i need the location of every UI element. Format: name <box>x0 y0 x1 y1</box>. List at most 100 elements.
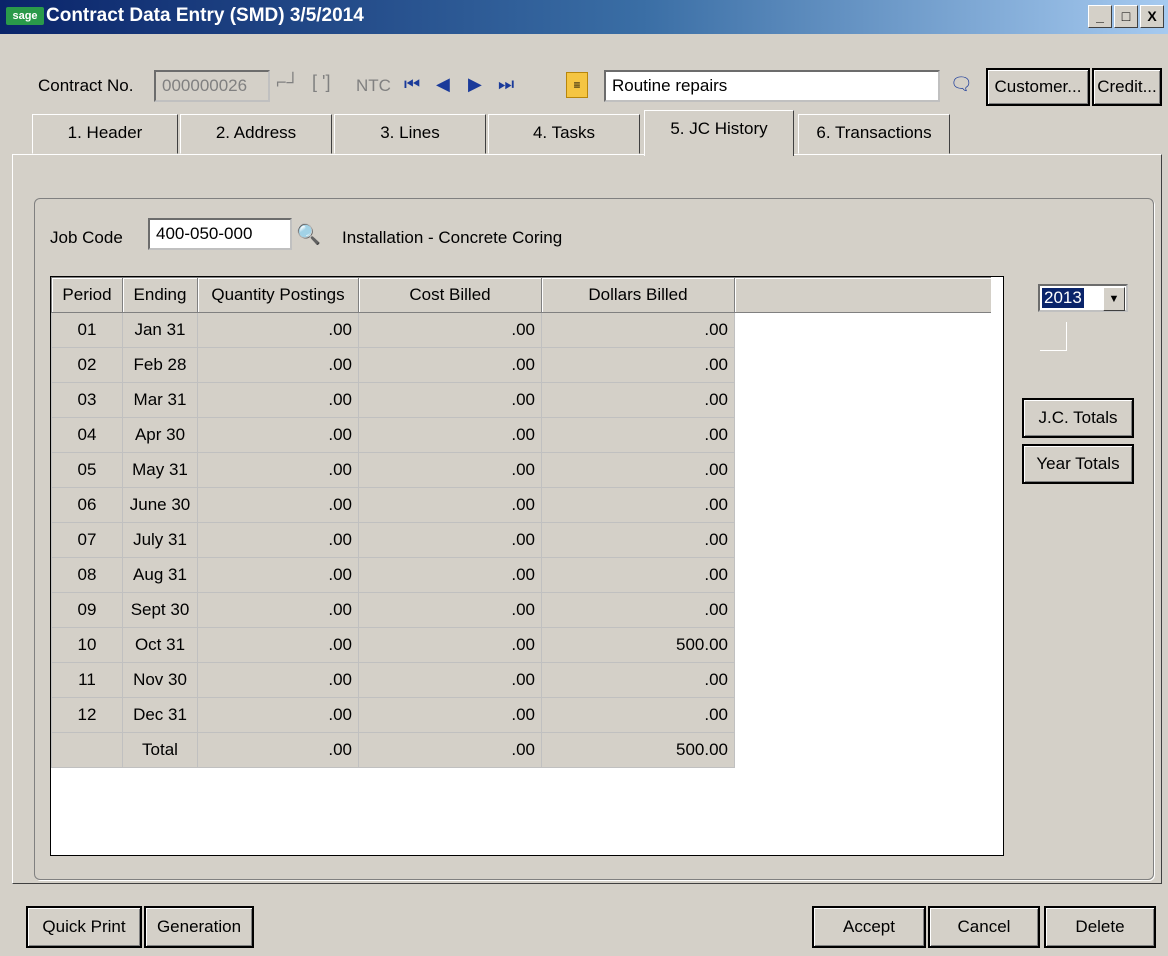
table-row[interactable]: 01 Jan 31.00.00.00 <box>51 312 991 348</box>
totals-row[interactable]: Total .00.00 500.00 <box>51 732 991 768</box>
dollars-cell: .00 <box>541 452 735 488</box>
job-code-description: Installation - Concrete Coring <box>342 228 563 247</box>
cost-cell: .00 <box>358 382 542 418</box>
tab-address[interactable]: 2. Address <box>180 114 332 154</box>
credit-button[interactable]: Credit... <box>1092 68 1162 106</box>
comment-icon[interactable]: 🗨 <box>950 74 973 95</box>
accept-button[interactable]: Accept <box>812 906 926 948</box>
year-select[interactable]: 2013 ▼ <box>1038 284 1128 312</box>
period-cell: 01 <box>51 312 123 348</box>
dollars-cell: 500.00 <box>541 627 735 663</box>
table-row[interactable]: 02 Feb 28.00.00.00 <box>51 347 991 383</box>
empty-cell <box>734 557 991 593</box>
period-cell: 08 <box>51 557 123 593</box>
quantity-cell: .00 <box>197 487 359 523</box>
empty-cell <box>734 382 991 418</box>
cancel-button[interactable]: Cancel <box>928 906 1040 948</box>
dollars-cell: .00 <box>541 592 735 628</box>
customer-button[interactable]: Customer... <box>986 68 1090 106</box>
cost-cell: .00 <box>358 417 542 453</box>
year-totals-button[interactable]: Year Totals <box>1022 444 1134 484</box>
empty-cell <box>734 522 991 558</box>
jc-totals-button[interactable]: J.C. Totals <box>1022 398 1134 438</box>
quantity-cell: .00 <box>197 417 359 453</box>
job-code-label: Job Code <box>50 228 123 247</box>
sage-logo-icon: sage <box>6 7 44 25</box>
memo-icon[interactable]: ≡ <box>566 72 588 98</box>
maximize-button[interactable]: □ <box>1114 5 1138 28</box>
ending-cell: June 30 <box>122 487 198 523</box>
column-header-quantity[interactable]: Quantity Postings <box>197 277 359 313</box>
cost-cell: .00 <box>358 522 542 558</box>
period-cell: 12 <box>51 697 123 733</box>
delete-button[interactable]: Delete <box>1044 906 1156 948</box>
table-row[interactable]: 04 Apr 30.00.00.00 <box>51 417 991 453</box>
quantity-cell: .00 <box>197 557 359 593</box>
ending-cell: Dec 31 <box>122 697 198 733</box>
cost-cell: .00 <box>358 627 542 663</box>
ending-cell: May 31 <box>122 452 198 488</box>
table-row[interactable]: 10 Oct 31.00.00 500.00 <box>51 627 991 663</box>
table-row[interactable]: 11 Nov 30.00.00.00 <box>51 662 991 698</box>
previous-record-icon[interactable]: ◀ <box>436 74 450 95</box>
ntc-label[interactable]: NTC <box>356 76 391 96</box>
table-row[interactable]: 09 Sept 30.00.00.00 <box>51 592 991 628</box>
cost-cell: .00 <box>358 697 542 733</box>
empty-cell <box>734 662 991 698</box>
tab-lines[interactable]: 3. Lines <box>334 114 486 154</box>
period-cell <box>51 732 123 768</box>
ending-cell: Sept 30 <box>122 592 198 628</box>
description-field[interactable]: Routine repairs <box>604 70 940 102</box>
generation-button[interactable]: Generation <box>144 906 254 948</box>
table-row[interactable]: 06 June 30.00.00.00 <box>51 487 991 523</box>
empty-cell <box>734 697 991 733</box>
chevron-down-icon[interactable]: ▼ <box>1103 287 1125 311</box>
table-row[interactable]: 08 Aug 31.00.00.00 <box>51 557 991 593</box>
history-grid[interactable]: Period Ending Quantity Postings Cost Bil… <box>50 276 1004 856</box>
period-cell: 02 <box>51 347 123 383</box>
table-row[interactable]: 12 Dec 31.00.00.00 <box>51 697 991 733</box>
empty-cell <box>734 452 991 488</box>
last-record-icon[interactable]: ⏭ <box>498 74 514 95</box>
period-cell: 06 <box>51 487 123 523</box>
tab-tasks[interactable]: 4. Tasks <box>488 114 640 154</box>
period-cell: 03 <box>51 382 123 418</box>
first-record-icon[interactable]: ⏮ <box>404 74 420 95</box>
tab-jc-history[interactable]: 5. JC History <box>644 110 794 156</box>
cost-cell: .00 <box>358 557 542 593</box>
table-row[interactable]: 05 May 31.00.00.00 <box>51 452 991 488</box>
tab-header[interactable]: 1. Header <box>32 114 178 154</box>
table-row[interactable]: 03 Mar 31.00.00.00 <box>51 382 991 418</box>
dollars-cell: .00 <box>541 312 735 348</box>
empty-cell <box>734 417 991 453</box>
year-spinner[interactable] <box>1040 322 1067 351</box>
cost-cell: .00 <box>358 312 542 348</box>
empty-cell <box>734 592 991 628</box>
title-bar: sage Contract Data Entry (SMD) 3/5/2014 … <box>0 0 1168 34</box>
copy-contract-icon[interactable]: [ '] <box>312 72 330 93</box>
ending-cell: Total <box>122 732 198 768</box>
minimize-button[interactable]: _ <box>1088 5 1112 28</box>
empty-cell <box>734 312 991 348</box>
column-header-ending[interactable]: Ending <box>122 277 198 313</box>
job-code-field[interactable]: 400-050-000 <box>148 218 292 250</box>
column-header-cost[interactable]: Cost Billed <box>358 277 542 313</box>
close-button[interactable]: X <box>1140 5 1164 28</box>
column-header-empty <box>734 277 991 313</box>
dollars-cell: .00 <box>541 382 735 418</box>
table-row[interactable]: 07 July 31.00.00.00 <box>51 522 991 558</box>
empty-cell <box>734 347 991 383</box>
contract-no-field[interactable]: 000000026 <box>154 70 270 102</box>
tab-transactions[interactable]: 6. Transactions <box>798 114 950 154</box>
empty-cell <box>734 732 991 768</box>
ending-cell: Feb 28 <box>122 347 198 383</box>
quantity-cell: .00 <box>197 382 359 418</box>
new-contract-icon[interactable]: ⌐┘ <box>276 72 299 93</box>
magnifier-icon[interactable]: 🔍 <box>296 222 321 247</box>
column-header-period[interactable]: Period <box>51 277 123 313</box>
column-header-dollars[interactable]: Dollars Billed <box>541 277 735 313</box>
cost-cell: .00 <box>358 592 542 628</box>
ending-cell: Apr 30 <box>122 417 198 453</box>
quick-print-button[interactable]: Quick Print <box>26 906 142 948</box>
next-record-icon[interactable]: ▶ <box>468 74 482 95</box>
